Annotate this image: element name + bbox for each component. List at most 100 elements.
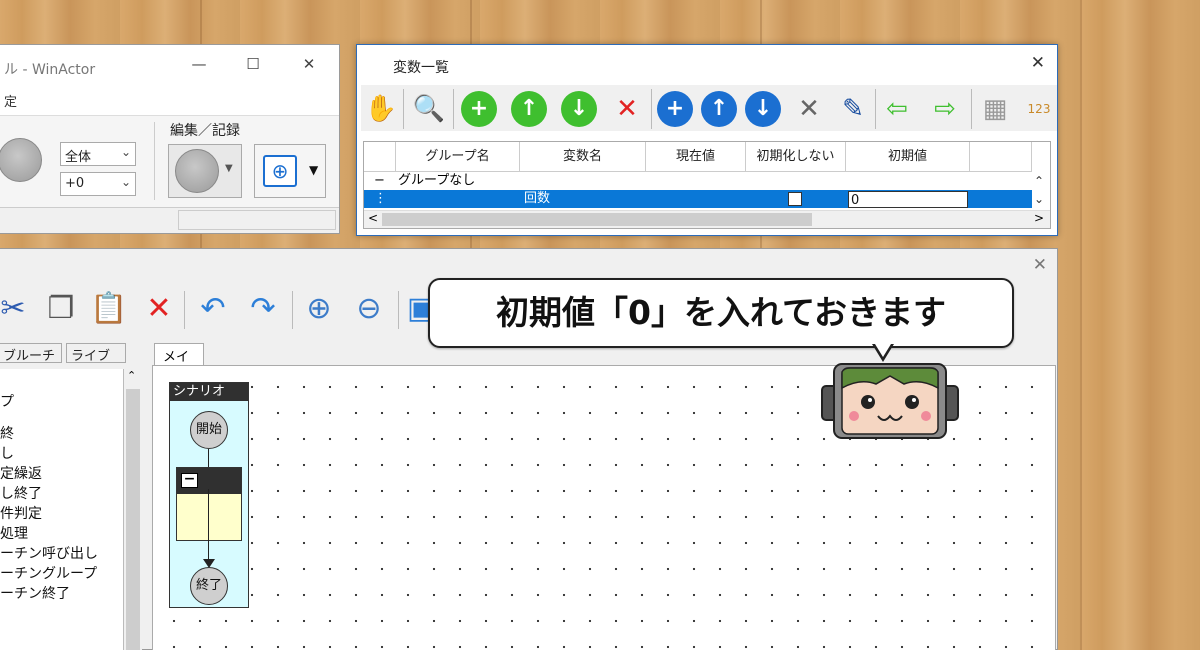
delete-icon[interactable]: ✕ (140, 291, 178, 327)
record-circle-icon (175, 149, 219, 193)
zoom-in-icon[interactable]: ⊕ (300, 291, 338, 327)
scope-select[interactable]: 全体 ⌄ (60, 142, 136, 166)
toolbar-divider (398, 291, 399, 329)
add-green-icon[interactable]: + (461, 91, 497, 127)
tree-item[interactable]: 処理 (0, 523, 28, 543)
scroll-down-icon[interactable]: ⌄ (1034, 192, 1044, 206)
initial-value-input[interactable]: 0 (848, 191, 968, 208)
mascot-icon (821, 363, 959, 439)
toolbar-divider (453, 89, 454, 129)
group-cell: グループなし (398, 173, 476, 188)
export-icon[interactable]: ⇨ (927, 91, 963, 127)
scope-value: 全体 (65, 150, 92, 165)
redo-icon[interactable]: ↷ (244, 291, 282, 327)
scroll-up-icon[interactable]: ⌃ (1034, 174, 1044, 188)
menubar: 定 (0, 89, 339, 115)
scroll-up-icon[interactable]: ⌃ (127, 369, 136, 382)
tree-item[interactable]: 定繰返 (0, 463, 42, 483)
edit-record-group-label: 編集／記録 (170, 123, 240, 139)
tab-main[interactable]: メイン (154, 343, 204, 384)
offset-select[interactable]: +0 ⌄ (60, 172, 136, 196)
tree-item[interactable]: ーチングループ (0, 563, 97, 583)
search-icon[interactable]: 🔍 (411, 91, 447, 127)
toolbar-divider (292, 291, 293, 329)
table-row-selected[interactable]: ⋮ 回数 0 (364, 190, 1032, 208)
tree-item[interactable]: し終了 (0, 483, 42, 503)
node-panel: ブルーチン ライブラリ プ 終 し 定繰返 し終了 件判定 処理 ーチン呼び出し… (0, 341, 146, 650)
record-button[interactable] (0, 138, 42, 182)
column-header-initial[interactable]: 初期値 (846, 142, 970, 172)
hand-icon[interactable]: ✋ (363, 91, 399, 127)
tree-item[interactable]: し (0, 443, 14, 463)
chevron-down-icon: ⌄ (120, 175, 131, 189)
delete-gray-icon[interactable]: ✕ (791, 91, 827, 127)
close-button[interactable]: ✕ (294, 55, 324, 73)
tree-scrollbar[interactable]: ⌃ (124, 369, 142, 650)
tree-item[interactable]: ーチン呼び出し (0, 543, 98, 563)
tab-subroutine[interactable]: ブルーチン (0, 343, 62, 383)
flow-connector (208, 489, 209, 563)
tree-item[interactable]: 終 (0, 423, 14, 443)
paste-icon[interactable]: 📋 (90, 291, 128, 327)
maximize-button[interactable]: ☐ (238, 55, 268, 73)
window-title: ル - WinActor (4, 62, 96, 78)
up-blue-icon[interactable]: ↑ (701, 91, 737, 127)
node-tree: プ 終 し 定繰返 し終了 件判定 処理 ーチン呼び出し ーチングループ ーチン… (0, 369, 124, 650)
chevron-down-icon: ⌄ (120, 145, 131, 159)
panel-tabs: ブルーチン ライブラリ (0, 341, 146, 383)
import-icon[interactable]: ⇦ (879, 91, 915, 127)
tree-item[interactable]: ーチン終了 (0, 583, 70, 603)
tree-item[interactable]: 件判定 (0, 503, 42, 523)
start-node[interactable]: 開始 (190, 411, 228, 449)
status-field (178, 210, 336, 230)
zoom-out-icon[interactable]: ⊖ (350, 291, 388, 327)
scroll-right-icon[interactable]: > (1034, 211, 1044, 225)
end-node[interactable]: 終了 (190, 567, 228, 605)
variables-window: 変数一覧 ✕ ✋ 🔍 + ↑ ↓ ✕ + ↑ ↓ ✕ ✎ ⇦ ⇨ ▦ 123 グ… (356, 44, 1058, 236)
down-blue-icon[interactable]: ↓ (745, 91, 781, 127)
ribbon: 全体 ⌄ +0 ⌄ 編集／記録 ▼ ⊕ ▼ (0, 115, 339, 207)
scroll-thumb[interactable] (126, 389, 140, 650)
flow-connector (208, 449, 209, 467)
column-header-no-init[interactable]: 初期化しない (746, 142, 846, 172)
undo-icon[interactable]: ↶ (194, 291, 232, 327)
no-init-checkbox[interactable] (788, 192, 802, 206)
edit-record-split-button[interactable]: ▼ (168, 144, 242, 198)
down-green-icon[interactable]: ↓ (561, 91, 597, 127)
edit-icon[interactable]: ✎ (835, 91, 871, 127)
delete-red-icon[interactable]: ✕ (609, 91, 645, 127)
close-button[interactable]: ✕ (1033, 255, 1047, 275)
variables-toolbar: ✋ 🔍 + ↑ ↓ ✕ + ↑ ↓ ✕ ✎ ⇦ ⇨ ▦ 123 (361, 85, 1057, 131)
toolbar-divider (184, 291, 185, 329)
status-bar (0, 207, 339, 233)
toolbar-divider (651, 89, 652, 129)
minimize-button[interactable]: — (184, 55, 214, 73)
scenario-header: シナリオ (170, 383, 248, 401)
copy-icon[interactable]: ❐ (42, 291, 80, 327)
cut-icon[interactable]: ✂ (0, 291, 32, 327)
row-marker: ⋮ (374, 191, 387, 206)
collapse-icon[interactable]: − (181, 472, 198, 488)
grid-icon[interactable]: ▦ (977, 91, 1013, 127)
table-row[interactable]: − グループなし (364, 172, 1032, 190)
toolbar-divider (875, 89, 876, 129)
number-icon[interactable]: 123 (1021, 91, 1057, 127)
column-header-current[interactable]: 現在値 (646, 142, 746, 172)
collapse-marker[interactable]: − (372, 172, 385, 190)
tree-item[interactable]: プ (0, 391, 14, 411)
wood-grain (1080, 0, 1082, 650)
scenario-frame[interactable]: シナリオ 開始 − 終了 (169, 382, 249, 608)
close-button[interactable]: ✕ (1031, 53, 1045, 73)
scroll-thumb[interactable] (382, 213, 812, 226)
group-node[interactable]: − (176, 467, 242, 541)
horizontal-scrollbar[interactable]: < > (364, 210, 1050, 228)
menu-settings[interactable]: 定 (4, 95, 17, 110)
up-green-icon[interactable]: ↑ (511, 91, 547, 127)
variable-name-cell[interactable]: 回数 (522, 190, 550, 208)
tab-library[interactable]: ライブラリ (66, 343, 126, 383)
scroll-left-icon[interactable]: < (368, 211, 378, 225)
add-blue-icon[interactable]: + (657, 91, 693, 127)
column-header-group[interactable]: グループ名 (396, 142, 520, 172)
column-header-name[interactable]: 変数名 (520, 142, 646, 172)
target-select-button[interactable]: ⊕ ▼ (254, 144, 326, 198)
